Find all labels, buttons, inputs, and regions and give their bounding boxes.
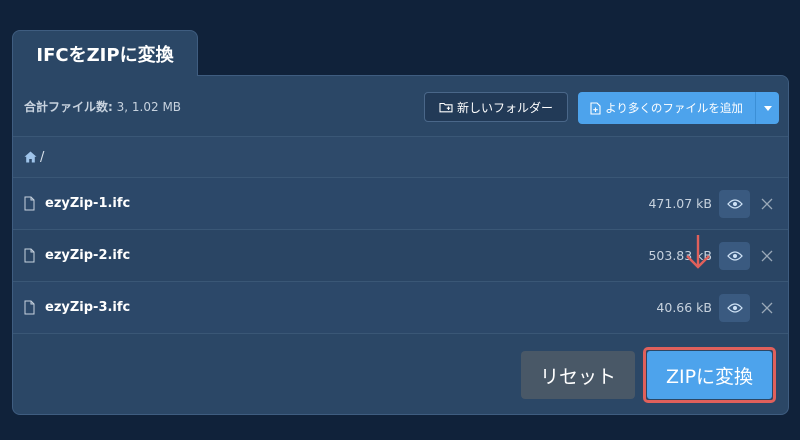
- file-size: 40.66 kB: [656, 300, 712, 315]
- add-files-button[interactable]: より多くのファイルを追加: [578, 92, 779, 124]
- preview-button[interactable]: [719, 293, 750, 322]
- toolbar: 合計ファイル数: 3, 1.02 MB 新しいフォルダー より多くのファイルを追…: [13, 76, 788, 137]
- eye-icon: [726, 302, 743, 313]
- tab-title-label: IFCをZIPに変換: [36, 44, 174, 66]
- preview-button[interactable]: [719, 241, 750, 270]
- tab-title[interactable]: IFCをZIPに変換: [12, 30, 198, 76]
- file-row: ezyZip-2.ifc 503.83 kB: [13, 230, 788, 282]
- new-folder-label: 新しいフォルダー: [456, 100, 553, 115]
- close-icon: [761, 198, 773, 209]
- eye-icon: [726, 198, 743, 209]
- remove-file-button[interactable]: [759, 248, 775, 264]
- home-icon[interactable]: [24, 151, 37, 163]
- add-files-label: より多くのファイルを追加: [605, 101, 743, 115]
- file-size: 471.07 kB: [648, 196, 712, 211]
- breadcrumb: /: [13, 137, 788, 178]
- file-row: ezyZip-3.ifc 40.66 kB: [13, 282, 788, 334]
- arrow-down-icon: [686, 235, 710, 269]
- reset-label: リセット: [539, 365, 616, 388]
- chevron-down-icon: [763, 105, 772, 111]
- file-icon: [24, 300, 35, 315]
- file-icon: [24, 196, 35, 211]
- file-name: ezyZip-3.ifc: [45, 300, 131, 315]
- remove-file-button[interactable]: [759, 300, 775, 316]
- reset-button[interactable]: リセット: [521, 351, 635, 399]
- file-panel: 合計ファイル数: 3, 1.02 MB 新しいフォルダー より多くのファイルを追…: [12, 75, 789, 415]
- add-files-dropdown[interactable]: [755, 92, 779, 124]
- convert-button[interactable]: ZIPに変換: [647, 351, 772, 399]
- file-icon: [24, 248, 35, 263]
- close-icon: [761, 250, 773, 261]
- preview-button[interactable]: [719, 189, 750, 218]
- file-name: ezyZip-2.ifc: [45, 248, 131, 263]
- new-folder-icon: [439, 102, 453, 113]
- file-count-value: 3, 1.02 MB: [116, 100, 182, 114]
- convert-label: ZIPに変換: [665, 365, 754, 388]
- add-file-icon: [590, 101, 601, 115]
- remove-file-button[interactable]: [759, 196, 775, 212]
- file-count-label: 合計ファイル数:: [24, 100, 113, 114]
- file-name: ezyZip-1.ifc: [45, 196, 131, 211]
- close-icon: [761, 302, 773, 313]
- breadcrumb-path: /: [40, 149, 45, 165]
- eye-icon: [726, 250, 743, 261]
- new-folder-button[interactable]: 新しいフォルダー: [424, 92, 568, 122]
- file-count: 合計ファイル数: 3, 1.02 MB: [24, 98, 181, 115]
- add-files-main[interactable]: より多くのファイルを追加: [578, 92, 755, 124]
- file-row: ezyZip-1.ifc 471.07 kB: [13, 178, 788, 230]
